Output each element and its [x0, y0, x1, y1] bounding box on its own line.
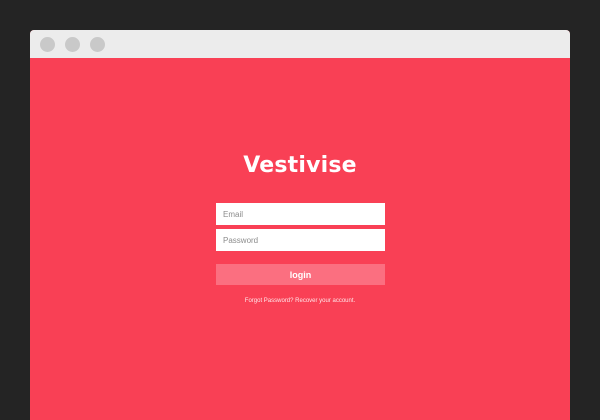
login-page: Vestivise login Forgot Password? Recover… [30, 58, 570, 420]
window-minimize-button[interactable] [65, 37, 80, 52]
login-button[interactable]: login [216, 264, 385, 285]
window-maximize-button[interactable] [90, 37, 105, 52]
forgot-password-row: Forgot Password? Recover your account. [30, 298, 570, 304]
password-input[interactable] [216, 229, 385, 251]
email-input[interactable] [216, 203, 385, 225]
window-close-button[interactable] [40, 37, 55, 52]
forgot-password-link[interactable]: Forgot Password? Recover your account. [245, 298, 355, 304]
browser-window: Vestivise login Forgot Password? Recover… [30, 30, 570, 420]
window-titlebar [30, 30, 570, 58]
brand-logo: Vestivise [243, 153, 357, 178]
